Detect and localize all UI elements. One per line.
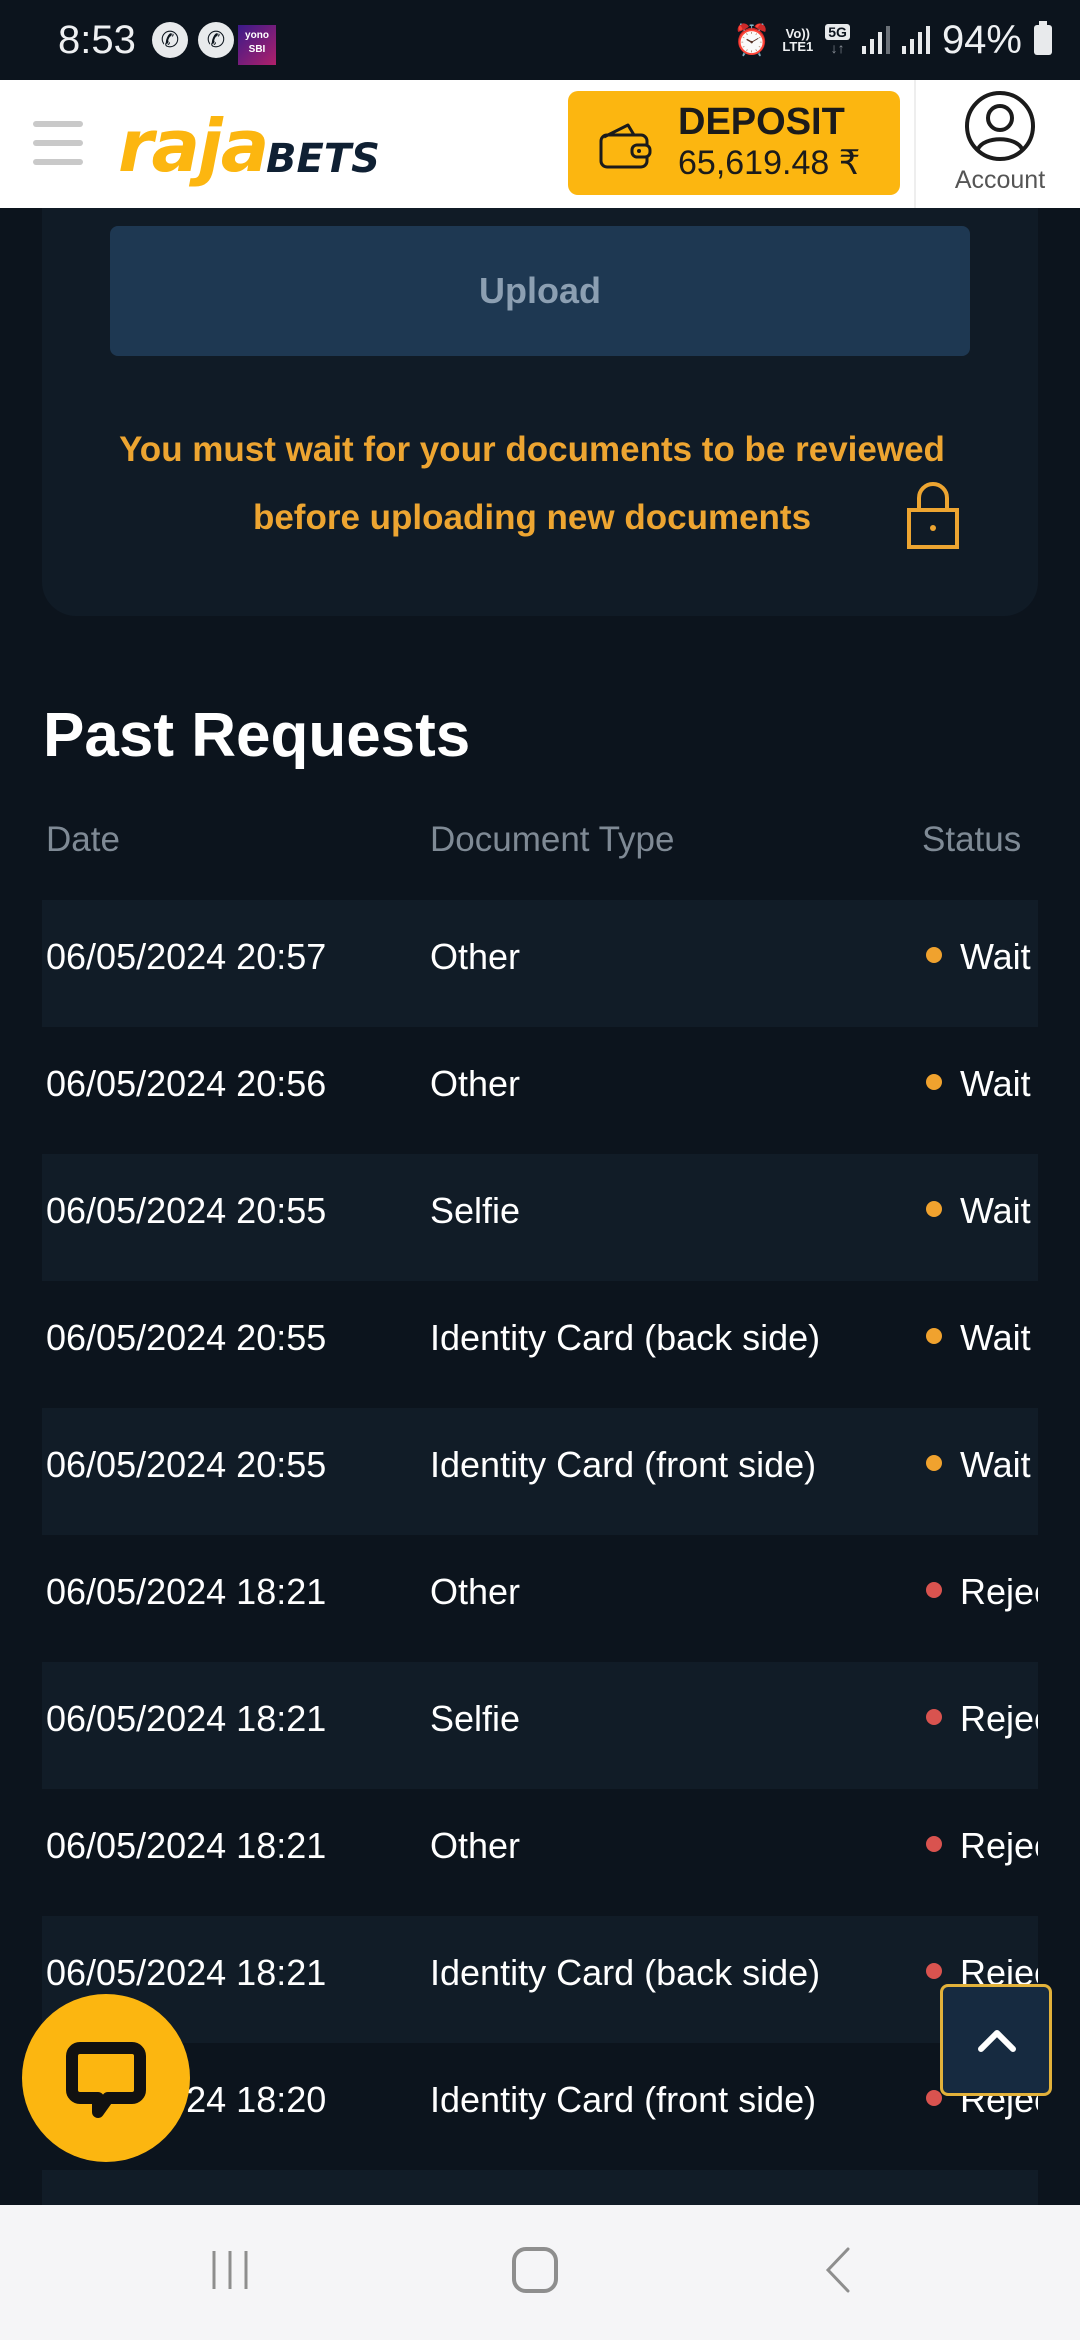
status-label: Wait [960, 1063, 1031, 1104]
status-dot-icon [926, 1201, 942, 1218]
status-dot-icon [926, 947, 942, 964]
signal-icon [861, 26, 890, 54]
column-header-document-type[interactable]: Document Type [430, 820, 675, 860]
cell-document-type: Identity Card (front side) [430, 1444, 817, 1485]
signal-icon [901, 26, 930, 54]
column-header-status[interactable]: Status [922, 820, 1021, 860]
battery-icon [1034, 21, 1052, 55]
status-label: Rejected [960, 1571, 1038, 1612]
call-icon: ✆ [152, 22, 188, 58]
clock: 8:53 [58, 18, 136, 62]
cell-date: 06/05/2024 18:21 [46, 1825, 327, 1866]
hamburger-icon [33, 121, 83, 127]
cell-document-type: Selfie [430, 1190, 521, 1231]
status-label: Rejected [960, 1698, 1038, 1739]
cell-document-type: Other [430, 1571, 521, 1612]
wallet-icon [599, 123, 652, 169]
status-label: Rejected [960, 1825, 1038, 1866]
cell-status: Rejected [922, 1662, 1038, 1775]
cell-date: 06/05/2024 20:56 [46, 1063, 327, 1104]
call-icon: ✆ [198, 22, 234, 58]
cell-document-type: Other [430, 936, 521, 977]
cell-date: 06/05/2024 18:21 [46, 1571, 327, 1612]
system-nav-bar [0, 2205, 1080, 2340]
cell-document-type: Identity Card (back side) [430, 1952, 821, 1993]
deposit-button[interactable]: DEPOSIT 65,619.48 ₹ [568, 91, 900, 195]
status-dot-icon [926, 1963, 942, 1980]
status-label: Wait [960, 1444, 1031, 1485]
battery-percent: 94% [941, 17, 1022, 62]
status-dot-icon [926, 1836, 942, 1853]
cell-status: Wait [922, 1154, 1038, 1267]
status-label: Wait [960, 1190, 1031, 1231]
table-row[interactable]: 06/05/2024 20:55 Identity Card (front sid… [42, 1408, 1038, 1535]
column-header-date[interactable]: Date [46, 820, 120, 860]
divider [914, 80, 916, 208]
cell-document-type: Selfie [430, 1698, 521, 1739]
alarm-icon: ⏰ [733, 23, 771, 57]
chat-icon [66, 2042, 146, 2118]
status-dot-icon [926, 1455, 942, 1472]
chevron-up-icon [978, 2030, 1016, 2052]
home-icon[interactable] [510, 2245, 560, 2295]
cell-document-type: Other [430, 1063, 521, 1104]
cell-document-type: Identity Card (back side) [430, 1317, 821, 1358]
system-status-icons: ⏰ Vo)) LTE1 5G ↓↑ 94% [733, 18, 1052, 62]
live-chat-button[interactable] [22, 1994, 190, 2162]
review-notice: You must wait for your documents to be r… [119, 430, 945, 537]
status-label: Wait [960, 936, 1031, 977]
cell-status: Wait [922, 1027, 1038, 1140]
cell-document-type: Other [430, 1825, 521, 1866]
table-row[interactable]: 06/05/2024 18:20Identity Card (front sid… [42, 2043, 1038, 2170]
lock-icon [907, 482, 959, 549]
recent-apps-icon[interactable] [208, 2245, 252, 2295]
table-row[interactable]: 06/05/2024 20:57 Other Wait [42, 900, 1038, 1027]
table-row[interactable]: 06/05/2024 20:55 Identity Card (back side… [42, 1281, 1038, 1408]
requests-table: 06/05/2024 20:57 Other Wait 06/05/2024 20:5… [42, 900, 1038, 2297]
status-label: Wait [960, 1317, 1031, 1358]
status-dot-icon [926, 1582, 942, 1599]
cell-status: Rejected [922, 1789, 1038, 1902]
yono-sbi-icon: yono SBI [238, 25, 276, 65]
upload-button[interactable]: Upload [110, 226, 970, 356]
table-row[interactable]: 06/05/2024 20:55 Selfie Wait [42, 1154, 1038, 1281]
cell-date: 06/05/2024 20:57 [46, 936, 327, 977]
cell-status: Wait [922, 1408, 1038, 1521]
upload-card: Upload You must wait for your documents … [42, 208, 1038, 616]
cell-date: 06/05/2024 20:55 [46, 1317, 327, 1358]
status-dot-icon [926, 2090, 942, 2107]
cell-date: 06/05/2024 18:21 [46, 1698, 327, 1739]
cell-date: 06/05/2024 20:55 [46, 1190, 327, 1231]
account-button[interactable]: Account [940, 88, 1060, 202]
cell-status: Wait [922, 900, 1038, 1013]
table-row[interactable]: 06/05/2024 18:21 Identity Card (back side… [42, 1916, 1038, 2043]
status-dot-icon [926, 1328, 942, 1345]
menu-button[interactable] [33, 121, 83, 165]
network-5g-icon: 5G ↓↑ [825, 24, 850, 56]
app-header: raja BETS [0, 80, 1080, 208]
volte-icon: Vo)) LTE1 [782, 26, 814, 54]
scroll-to-top-button[interactable] [940, 1984, 1052, 2096]
cell-status: Rejected [922, 1535, 1038, 1648]
past-requests-title: Past Requests [43, 701, 471, 770]
table-row[interactable]: 06/05/2024 18:21 Other Rejected [42, 1535, 1038, 1662]
table-row[interactable]: 06/05/2024 18:21 Selfie Rejected [42, 1662, 1038, 1789]
table-row[interactable]: 06/05/2024 18:21 Other Rejected [42, 1789, 1038, 1916]
status-dot-icon [926, 1074, 942, 1091]
logo[interactable]: raja BETS [118, 92, 380, 200]
back-icon[interactable] [818, 2245, 858, 2295]
cell-date: 06/05/2024 20:55 [46, 1444, 327, 1485]
balance: 65,619.48 ₹ [678, 144, 861, 182]
status-dot-icon [926, 1709, 942, 1726]
cell-status: Wait [922, 1281, 1038, 1394]
cell-document-type: Identity Card (front side) [430, 2079, 817, 2120]
user-icon [965, 91, 1035, 161]
table-row[interactable]: 06/05/2024 20:56 Other Wait [42, 1027, 1038, 1154]
status-bar: 8:53 ✆ ✆ yono SBI ⏰ Vo)) LTE1 5G ↓↑ 94% [0, 0, 1080, 80]
